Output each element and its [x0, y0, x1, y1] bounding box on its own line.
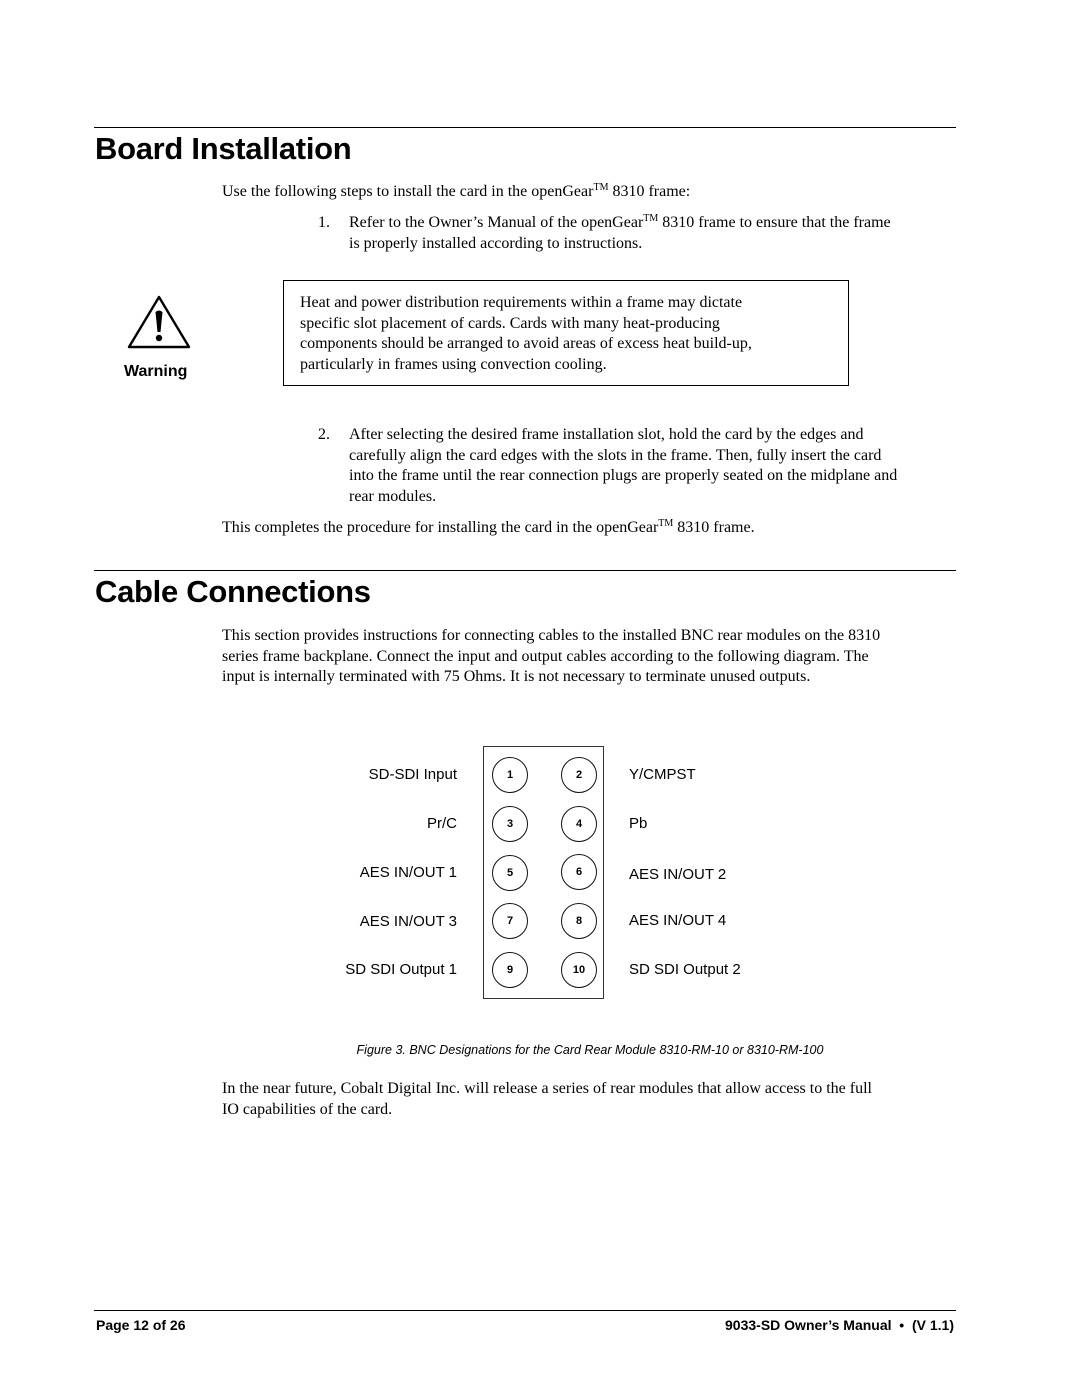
trademark: TM: [658, 518, 674, 529]
bnc-connector-1: 1: [492, 757, 528, 793]
trademark: TM: [643, 213, 659, 224]
closing-text-end: 8310 frame.: [673, 519, 755, 536]
warning-triangle-icon: [126, 294, 192, 350]
bnc-connector-7: 7: [492, 903, 528, 939]
connector-label-1: SD-SDI Input: [368, 766, 457, 783]
figure-caption: Figure 3. BNC Designations for the Card …: [356, 1043, 824, 1057]
intro-text-end: 8310 frame:: [608, 183, 691, 200]
heading-board-installation: Board Installation: [95, 131, 352, 166]
board-installation-intro: Use the following steps to install the c…: [222, 182, 690, 203]
connector-label-8: AES IN/OUT 4: [629, 912, 727, 929]
connector-label-6: AES IN/OUT 2: [629, 866, 727, 883]
note-line: In the near future, Cobalt Digital Inc. …: [222, 1080, 872, 1097]
note-line: IO capabilities of the card.: [222, 1100, 393, 1118]
step-text: is properly installed according to instr…: [349, 235, 643, 252]
intro-text: Use the following steps to install the c…: [222, 183, 594, 200]
board-installation-closing: This completes the procedure for install…: [222, 518, 755, 539]
trademark: TM: [593, 182, 609, 193]
step-text: Refer to the Owner’s Manual of the openG…: [349, 214, 644, 231]
connector-label-7: AES IN/OUT 3: [359, 913, 457, 930]
connector-label-4: Pb: [629, 815, 648, 832]
connector-label-5: AES IN/OUT 1: [359, 864, 457, 881]
step-text: 8310 frame to ensure that the frame: [658, 214, 891, 231]
closing-text: This completes the procedure for install…: [222, 519, 659, 536]
section-rule-cable: [94, 570, 956, 571]
step-text: After selecting the desired frame instal…: [349, 426, 864, 443]
connector-label-9: SD SDI Output 1: [345, 961, 457, 978]
warning-label: Warning: [124, 363, 188, 380]
connector-label-3: Pr/C: [427, 815, 457, 832]
step-text: rear modules.: [349, 488, 437, 505]
connector-label-2: Y/CMPST: [629, 766, 696, 783]
warning-text-line: components should be arranged to avoid a…: [300, 335, 752, 352]
warning-box: Heat and power distribution requirements…: [283, 280, 849, 386]
paragraph-line: input is internally terminated with 75 O…: [222, 668, 811, 685]
cable-connections-paragraph: This section provides instructions for c…: [222, 626, 880, 688]
bnc-connector-6: 6: [561, 854, 597, 890]
step-number: 1.: [318, 214, 330, 231]
step-number: 2.: [318, 426, 330, 443]
paragraph-line: This section provides instructions for c…: [222, 627, 881, 644]
warning-text-line: particularly in frames using convection …: [300, 355, 607, 373]
connector-label-10: SD SDI Output 2: [629, 961, 741, 978]
heading-cable-connections: Cable Connections: [95, 574, 371, 609]
bnc-connector-4: 4: [561, 806, 597, 842]
paragraph-line: series frame backplane. Connect the inpu…: [222, 647, 869, 665]
bnc-connector-3: 3: [492, 806, 528, 842]
bnc-connector-5: 5: [492, 855, 528, 891]
warning-text-line: specific slot placement of cards. Cards …: [300, 314, 720, 332]
warning-text-line: Heat and power distribution requirements…: [300, 294, 743, 311]
bnc-connector-8: 8: [561, 903, 597, 939]
future-modules-note: In the near future, Cobalt Digital Inc. …: [222, 1079, 872, 1120]
bnc-connector-9: 9: [492, 952, 528, 988]
bnc-connector-2: 2: [561, 757, 597, 793]
step-text: into the frame until the rear connection…: [349, 467, 898, 484]
bnc-connector-10: 10: [561, 952, 597, 988]
footer-manual-title: 9033-SD Owner’s Manual • (V 1.1): [725, 1317, 954, 1333]
footer-rule: [94, 1310, 956, 1311]
section-rule-top: [94, 127, 956, 128]
step-text: carefully align the card edges with the …: [349, 447, 882, 464]
footer-page-number: Page 12 of 26: [96, 1317, 186, 1333]
